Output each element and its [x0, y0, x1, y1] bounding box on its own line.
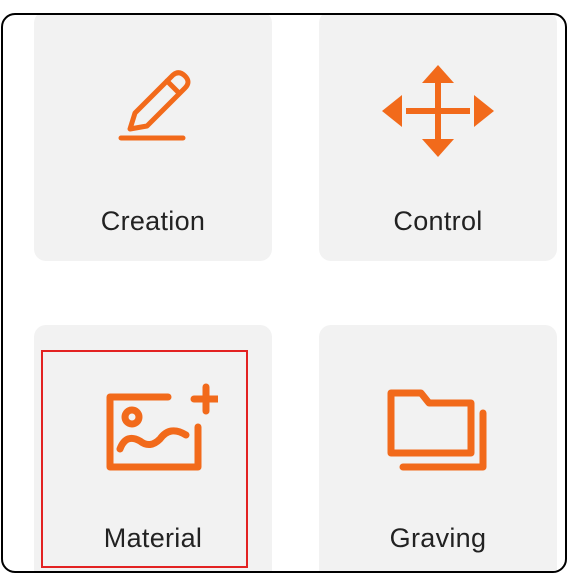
- graving-tile[interactable]: Graving: [319, 325, 557, 571]
- add-image-icon: [34, 383, 272, 473]
- creation-label: Creation: [100, 206, 206, 236]
- graving-label: Graving: [389, 523, 487, 553]
- material-label: Material: [103, 523, 203, 553]
- material-tile[interactable]: Material: [34, 325, 272, 571]
- move-arrows-icon: [319, 61, 557, 161]
- control-label: Control: [393, 206, 483, 236]
- creation-tile[interactable]: Creation: [34, 15, 272, 261]
- pencil-icon: [34, 61, 272, 151]
- folder-icon: [319, 383, 557, 473]
- control-tile[interactable]: Control: [319, 15, 557, 261]
- app-frame: Creation Control Material Graving: [1, 13, 567, 573]
